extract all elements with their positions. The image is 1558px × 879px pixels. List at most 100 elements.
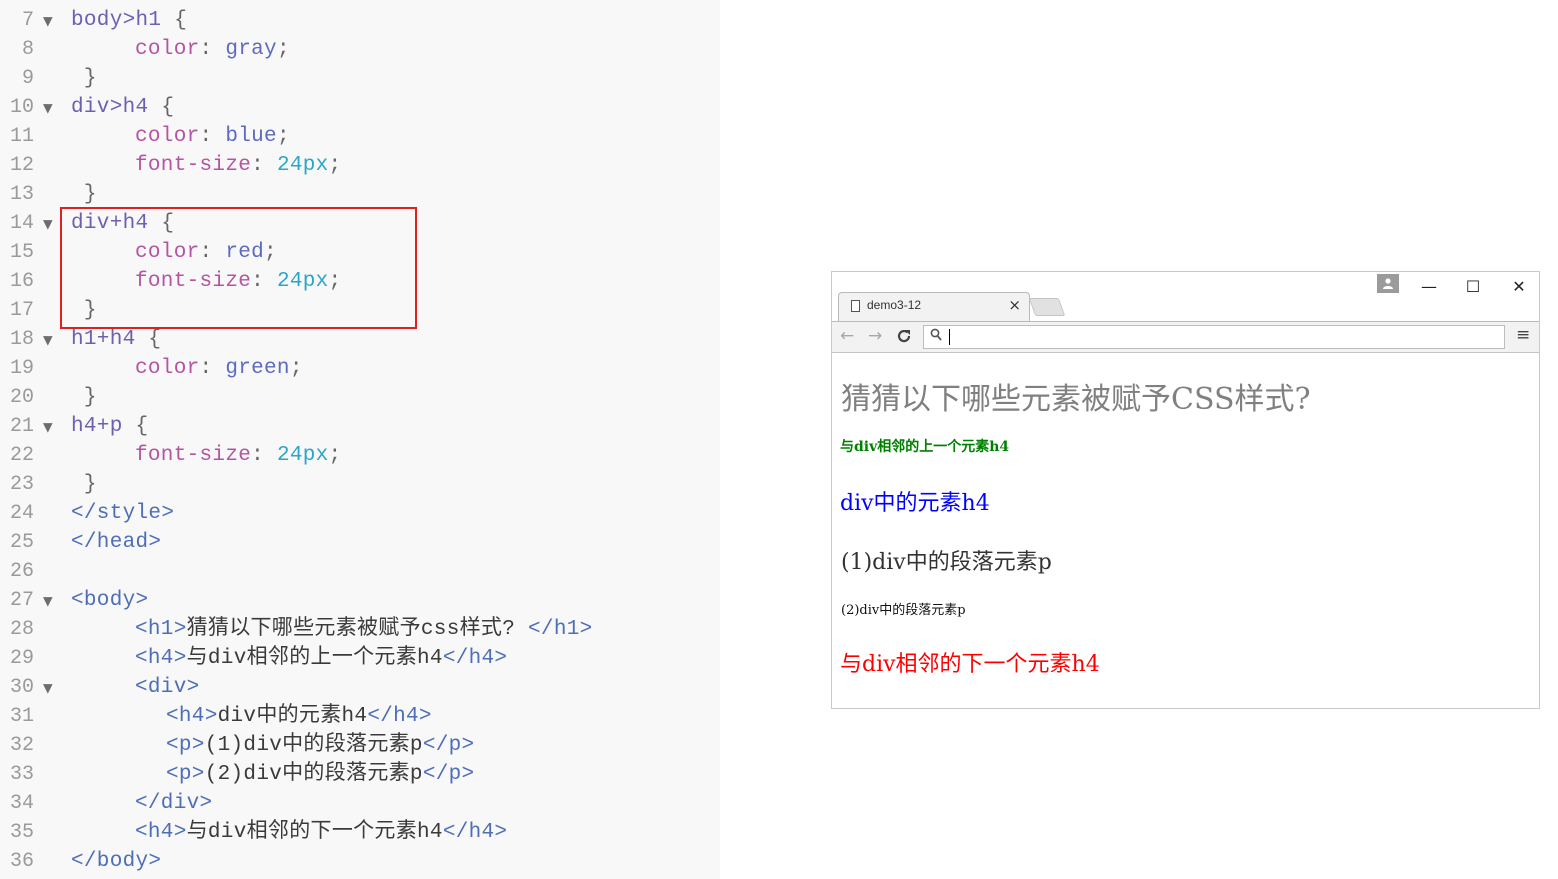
line-number: 33 bbox=[9, 763, 34, 786]
code-text: } bbox=[71, 64, 97, 93]
code-token: { bbox=[135, 415, 149, 438]
code-token: color bbox=[135, 38, 200, 61]
line-number: 10 bbox=[9, 96, 34, 119]
code-token: <h4> bbox=[135, 821, 187, 844]
code-token: 与div相邻的下一个元素h4 bbox=[186, 821, 443, 844]
code-token: 24px bbox=[276, 154, 329, 177]
line-number: 13 bbox=[9, 183, 34, 206]
line-number: 30 bbox=[9, 676, 34, 699]
code-token: } bbox=[71, 183, 97, 206]
code-token: (1)div中的段落元素p bbox=[204, 734, 423, 757]
code-token: ; bbox=[289, 357, 303, 380]
line-number: 18 bbox=[9, 328, 34, 351]
line-number: 8 bbox=[21, 38, 34, 61]
line-number: 22 bbox=[9, 444, 34, 467]
tab-title: demo3-12 bbox=[867, 298, 922, 312]
code-token: </p> bbox=[422, 734, 475, 757]
line-number: 9 bbox=[21, 67, 34, 90]
code-token: } bbox=[71, 473, 97, 496]
code-text: color: blue; bbox=[135, 122, 290, 151]
code-token: <h4> bbox=[135, 647, 187, 670]
code-token: (2)div中的段落元素p bbox=[204, 763, 423, 786]
menu-icon[interactable]: ≡ bbox=[1516, 325, 1530, 345]
forward-arrow-icon[interactable]: → bbox=[868, 326, 882, 346]
line-number: 27 bbox=[9, 589, 34, 612]
code-token: </div> bbox=[135, 792, 213, 815]
line-number: 31 bbox=[9, 705, 34, 728]
code-token: ; bbox=[276, 38, 290, 61]
code-text: color: gray; bbox=[135, 35, 290, 64]
code-token: ; bbox=[276, 125, 290, 148]
code-text: <h1>猜猜以下哪些元素被赋予css样式? </h1> bbox=[135, 615, 593, 644]
code-text: div>h4 { bbox=[71, 93, 174, 122]
code-token: </h4> bbox=[367, 705, 432, 728]
code-token: 24px bbox=[276, 444, 329, 467]
user-icon[interactable] bbox=[1377, 274, 1399, 293]
line-number: 21 bbox=[9, 415, 34, 438]
code-token: </h4> bbox=[442, 647, 508, 670]
tab-demo3-12[interactable]: demo3-12 × bbox=[838, 292, 1030, 322]
fold-triangle-icon[interactable]: ▼ bbox=[43, 6, 53, 35]
code-text: <h4>div中的元素h4</h4> bbox=[166, 702, 432, 731]
code-text: <body> bbox=[71, 586, 148, 615]
fold-triangle-icon[interactable]: ▼ bbox=[43, 586, 53, 615]
code-text: h4+p { bbox=[71, 412, 148, 441]
code-token: </head> bbox=[71, 531, 162, 554]
code-token: green bbox=[225, 357, 290, 380]
fold-triangle-icon[interactable]: ▼ bbox=[43, 93, 53, 122]
address-bar[interactable] bbox=[923, 325, 1505, 349]
page-heading: 猜猜以下哪些元素被赋予CSS样式? bbox=[841, 382, 1311, 417]
h4-after-div: 与div相邻的下一个元素h4 bbox=[840, 652, 1100, 677]
code-token: </style> bbox=[71, 502, 175, 525]
new-tab-button[interactable] bbox=[1028, 298, 1066, 316]
line-number: 19 bbox=[9, 357, 34, 380]
code-token: blue bbox=[225, 125, 277, 148]
code-text: </div> bbox=[135, 789, 212, 818]
back-arrow-icon[interactable]: ← bbox=[840, 326, 854, 346]
code-text: font-size: 24px; bbox=[135, 151, 341, 180]
fold-triangle-icon[interactable]: ▼ bbox=[43, 325, 53, 354]
tab-close-button[interactable]: × bbox=[1008, 296, 1021, 314]
code-token: : bbox=[199, 357, 226, 380]
reload-icon[interactable] bbox=[896, 326, 912, 349]
line-number: 24 bbox=[9, 502, 34, 525]
code-text: font-size: 24px; bbox=[135, 441, 341, 470]
code-token: <h4> bbox=[166, 705, 218, 728]
minimize-button[interactable]: — bbox=[1414, 278, 1444, 296]
code-text: color: green; bbox=[135, 354, 303, 383]
code-text: h1+h4 { bbox=[71, 325, 161, 354]
paragraph-1: (1)div中的段落元素p bbox=[841, 550, 1052, 575]
code-token: ; bbox=[328, 444, 342, 467]
code-token: </body> bbox=[71, 850, 162, 873]
close-window-button[interactable]: ✕ bbox=[1504, 278, 1534, 296]
maximize-button[interactable]: ☐ bbox=[1458, 278, 1488, 296]
line-number: 32 bbox=[9, 734, 34, 757]
code-token: ; bbox=[328, 154, 342, 177]
highlight-box bbox=[60, 207, 417, 329]
h4-before-div: 与div相邻的上一个元素h4 bbox=[840, 439, 1010, 455]
code-token: color bbox=[135, 357, 200, 380]
h4-in-div: div中的元素h4 bbox=[840, 491, 990, 516]
code-token: 猜猜以下哪些元素被赋予css样式? bbox=[186, 618, 529, 641]
code-token: { bbox=[161, 96, 175, 119]
line-number: 29 bbox=[9, 647, 34, 670]
code-token: : bbox=[199, 38, 226, 61]
code-token: } bbox=[71, 67, 97, 90]
fold-triangle-icon[interactable]: ▼ bbox=[43, 412, 53, 441]
code-token: <div> bbox=[135, 676, 200, 699]
line-number: 17 bbox=[9, 299, 34, 322]
page-content: 猜猜以下哪些元素被赋予CSS样式? 与div相邻的上一个元素h4 div中的元素… bbox=[832, 354, 1539, 708]
code-token: color bbox=[135, 125, 200, 148]
fold-triangle-icon[interactable]: ▼ bbox=[43, 209, 53, 238]
code-token: div中的元素h4 bbox=[217, 705, 368, 728]
page-icon bbox=[851, 300, 860, 312]
code-editor[interactable]: 7 ▼ body>h1 {8 color: gray; 9 } 10 ▼ div>h4 {11… bbox=[0, 0, 720, 879]
code-token: } bbox=[71, 386, 97, 409]
person-icon bbox=[1383, 278, 1393, 289]
code-text: <p>(1)div中的段落元素p</p> bbox=[166, 731, 474, 760]
code-token: 与div相邻的上一个元素h4 bbox=[186, 647, 443, 670]
browser-window: demo3-12 × — ☐ ✕ ← → ≡ 猜猜以下哪些元素被赋予CSS样式?… bbox=[831, 271, 1540, 709]
code-text: </head> bbox=[71, 528, 161, 557]
fold-triangle-icon[interactable]: ▼ bbox=[43, 673, 53, 702]
code-text: <h4>与div相邻的下一个元素h4</h4> bbox=[135, 818, 507, 847]
